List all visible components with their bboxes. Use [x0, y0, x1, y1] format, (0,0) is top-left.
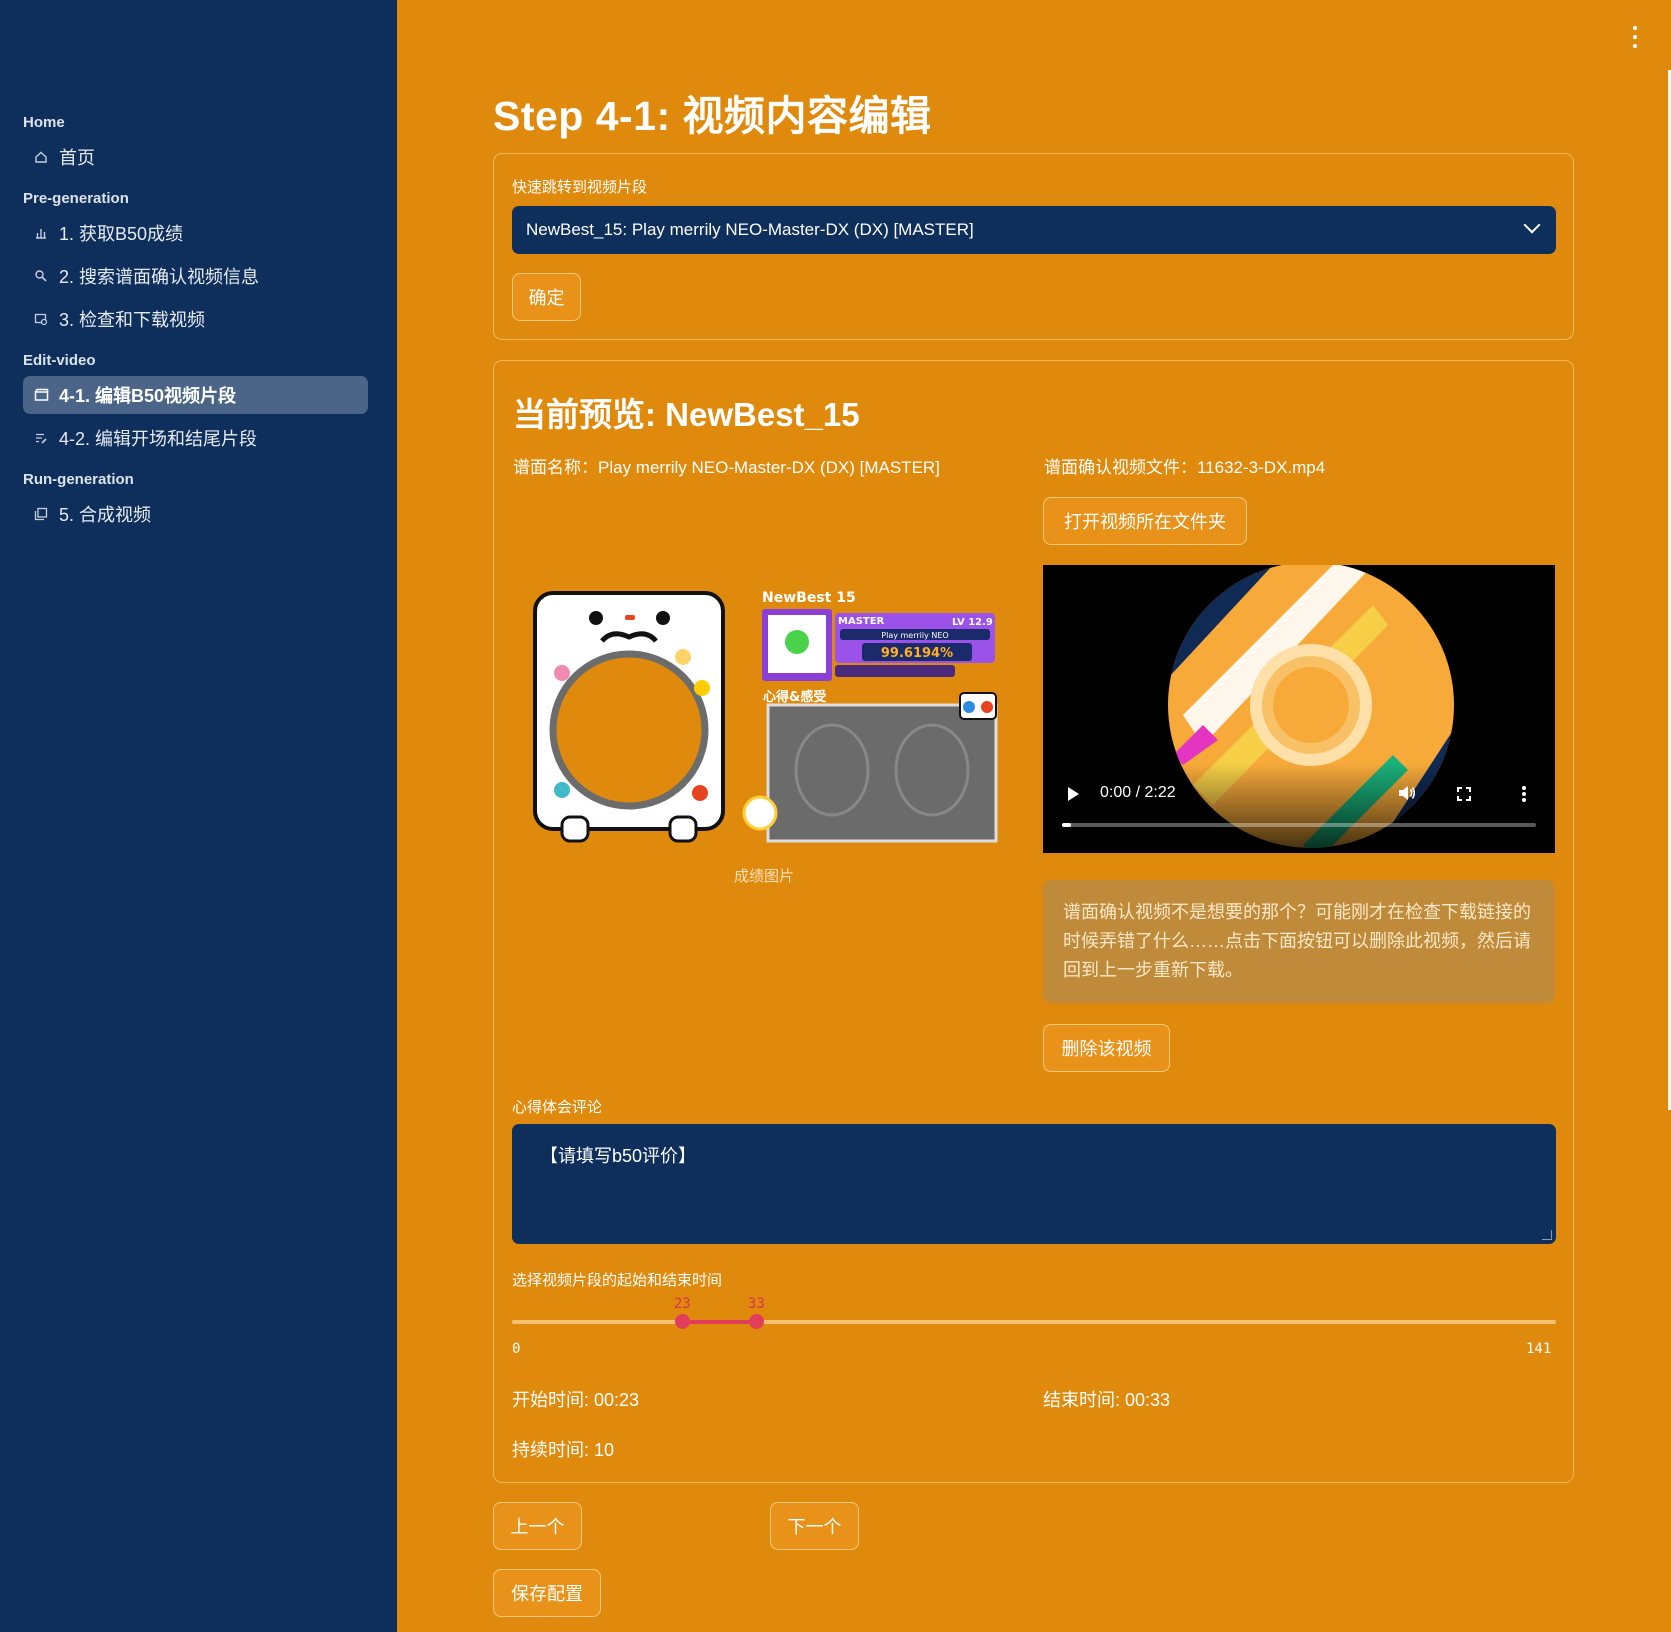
confirm-button[interactable]: 确定 [512, 273, 581, 321]
main-menu-icon[interactable] [1631, 26, 1639, 48]
sidebar-item-label: 4-1. 编辑B50视频片段 [59, 386, 237, 406]
sidebar-item-label: 首页 [59, 148, 95, 168]
sidebar-section-pregeneration: Pre-generation [23, 190, 129, 207]
range-slider[interactable] [512, 1314, 1556, 1329]
clapperboard-icon [33, 387, 49, 403]
sidebar-item-label: 4-2. 编辑开场和结尾片段 [59, 429, 258, 449]
home-icon [33, 149, 49, 165]
range-label: 选择视频片段的起始和结束时间 [512, 1272, 723, 1289]
preview-title: 当前预览: NewBest_15 [513, 396, 860, 433]
sidebar-item-label: 1. 获取B50成绩 [59, 224, 184, 244]
prev-button[interactable]: 上一个 [493, 1502, 582, 1550]
chart-name: 谱面名称：Play merrily NEO-Master-DX (DX) [MA… [513, 458, 940, 477]
score-image-caption: 成绩图片 [734, 868, 795, 885]
sidebar-section-run-generation: Run-generation [23, 471, 134, 488]
open-folder-button[interactable]: 打开视频所在文件夹 [1043, 497, 1247, 545]
end-time: 结束时间: 00:33 [1043, 1390, 1171, 1410]
play-icon[interactable] [1068, 787, 1079, 801]
slider-min-label: 0 [512, 1341, 521, 1357]
volume-icon[interactable] [1398, 785, 1416, 806]
video-player[interactable]: 0:00 / 2:22 [1043, 565, 1555, 853]
sidebar-item-search-chart[interactable]: 2. 搜索谱面确认视频信息 [23, 257, 368, 295]
score-card-header: NewBest 15 [762, 590, 856, 606]
warning-message: 谱面确认视频不是想要的那个？可能刚才在检查下载链接的时候弄错了什么……点击下面按… [1043, 880, 1555, 1003]
score-card-song: Play merrily NEO [881, 631, 948, 640]
sidebar-item-edit-b50-clips[interactable]: 4-1. 编辑B50视频片段 [23, 376, 368, 414]
search-icon [33, 268, 49, 284]
score-card-comment-title: 心得&感受 [763, 689, 826, 705]
sidebar-section-home: Home [23, 114, 65, 131]
next-button[interactable]: 下一个 [770, 1502, 859, 1550]
library-icon [33, 506, 49, 522]
comment-textarea[interactable]: 【请填写b50评价】 [512, 1124, 1556, 1244]
resize-grip-icon[interactable] [1542, 1230, 1552, 1240]
sidebar-item-compose-video[interactable]: 5. 合成视频 [23, 495, 368, 533]
sidebar-section-edit-video: Edit-video [23, 352, 96, 369]
comment-text: 【请填写b50评价】 [540, 1146, 697, 1166]
slider-max-label: 141 [1526, 1341, 1552, 1357]
comment-label: 心得体会评论 [512, 1099, 603, 1116]
video-time: 0:00 / 2:22 [1100, 784, 1176, 801]
duration: 持续时间: 10 [512, 1440, 615, 1460]
score-image: NewBest 15 MASTER LV 12.9 Play merrily N… [532, 585, 1002, 845]
sidebar-item-label: 2. 搜索谱面确认视频信息 [59, 267, 260, 287]
video-controls [1043, 763, 1555, 853]
clip-select-value: NewBest_15: Play merrily NEO-Master-DX (… [526, 220, 974, 239]
slider-start-value: 23 [673, 1296, 691, 1312]
video-progress-fill [1062, 823, 1072, 827]
video-more-icon[interactable] [1522, 786, 1526, 802]
slider-end-value: 33 [747, 1296, 765, 1312]
score-card-score: 99.6194% [881, 646, 953, 661]
jump-label: 快速跳转到视频片段 [512, 179, 648, 196]
clip-select[interactable]: NewBest_15: Play merrily NEO-Master-DX (… [512, 206, 1556, 254]
sidebar-item-label: 3. 检查和下载视频 [59, 310, 206, 330]
video-progress[interactable] [1062, 823, 1536, 827]
sidebar-item-get-b50[interactable]: 1. 获取B50成绩 [23, 214, 368, 252]
sidebar-item-edit-intro-outro[interactable]: 4-2. 编辑开场和结尾片段 [23, 419, 368, 457]
video-check-icon [33, 311, 49, 327]
page-title: Step 4-1: 视频内容编辑 [493, 93, 932, 139]
sidebar-item-label: 5. 合成视频 [59, 505, 152, 525]
sidebar-item-home[interactable]: 首页 [23, 138, 368, 176]
video-file-name: 谱面确认视频文件：11632-3-DX.mp4 [1044, 458, 1326, 477]
edit-list-icon [33, 430, 49, 446]
bar-chart-icon [33, 225, 49, 241]
delete-video-button[interactable]: 删除该视频 [1043, 1024, 1170, 1072]
fullscreen-icon[interactable] [1457, 787, 1471, 801]
chevron-down-icon [1523, 216, 1541, 234]
slider-selected-range [682, 1320, 757, 1324]
sidebar: Home 首页 Pre-generation 1. 获取B50成绩 2. 搜索谱… [0, 0, 397, 1632]
score-card-difficulty: MASTER [838, 616, 885, 627]
score-card-level: LV 12.9 [952, 617, 993, 628]
save-config-button[interactable]: 保存配置 [493, 1569, 601, 1617]
start-time: 开始时间: 00:23 [512, 1390, 640, 1410]
sidebar-item-download-video[interactable]: 3. 检查和下载视频 [23, 300, 368, 338]
